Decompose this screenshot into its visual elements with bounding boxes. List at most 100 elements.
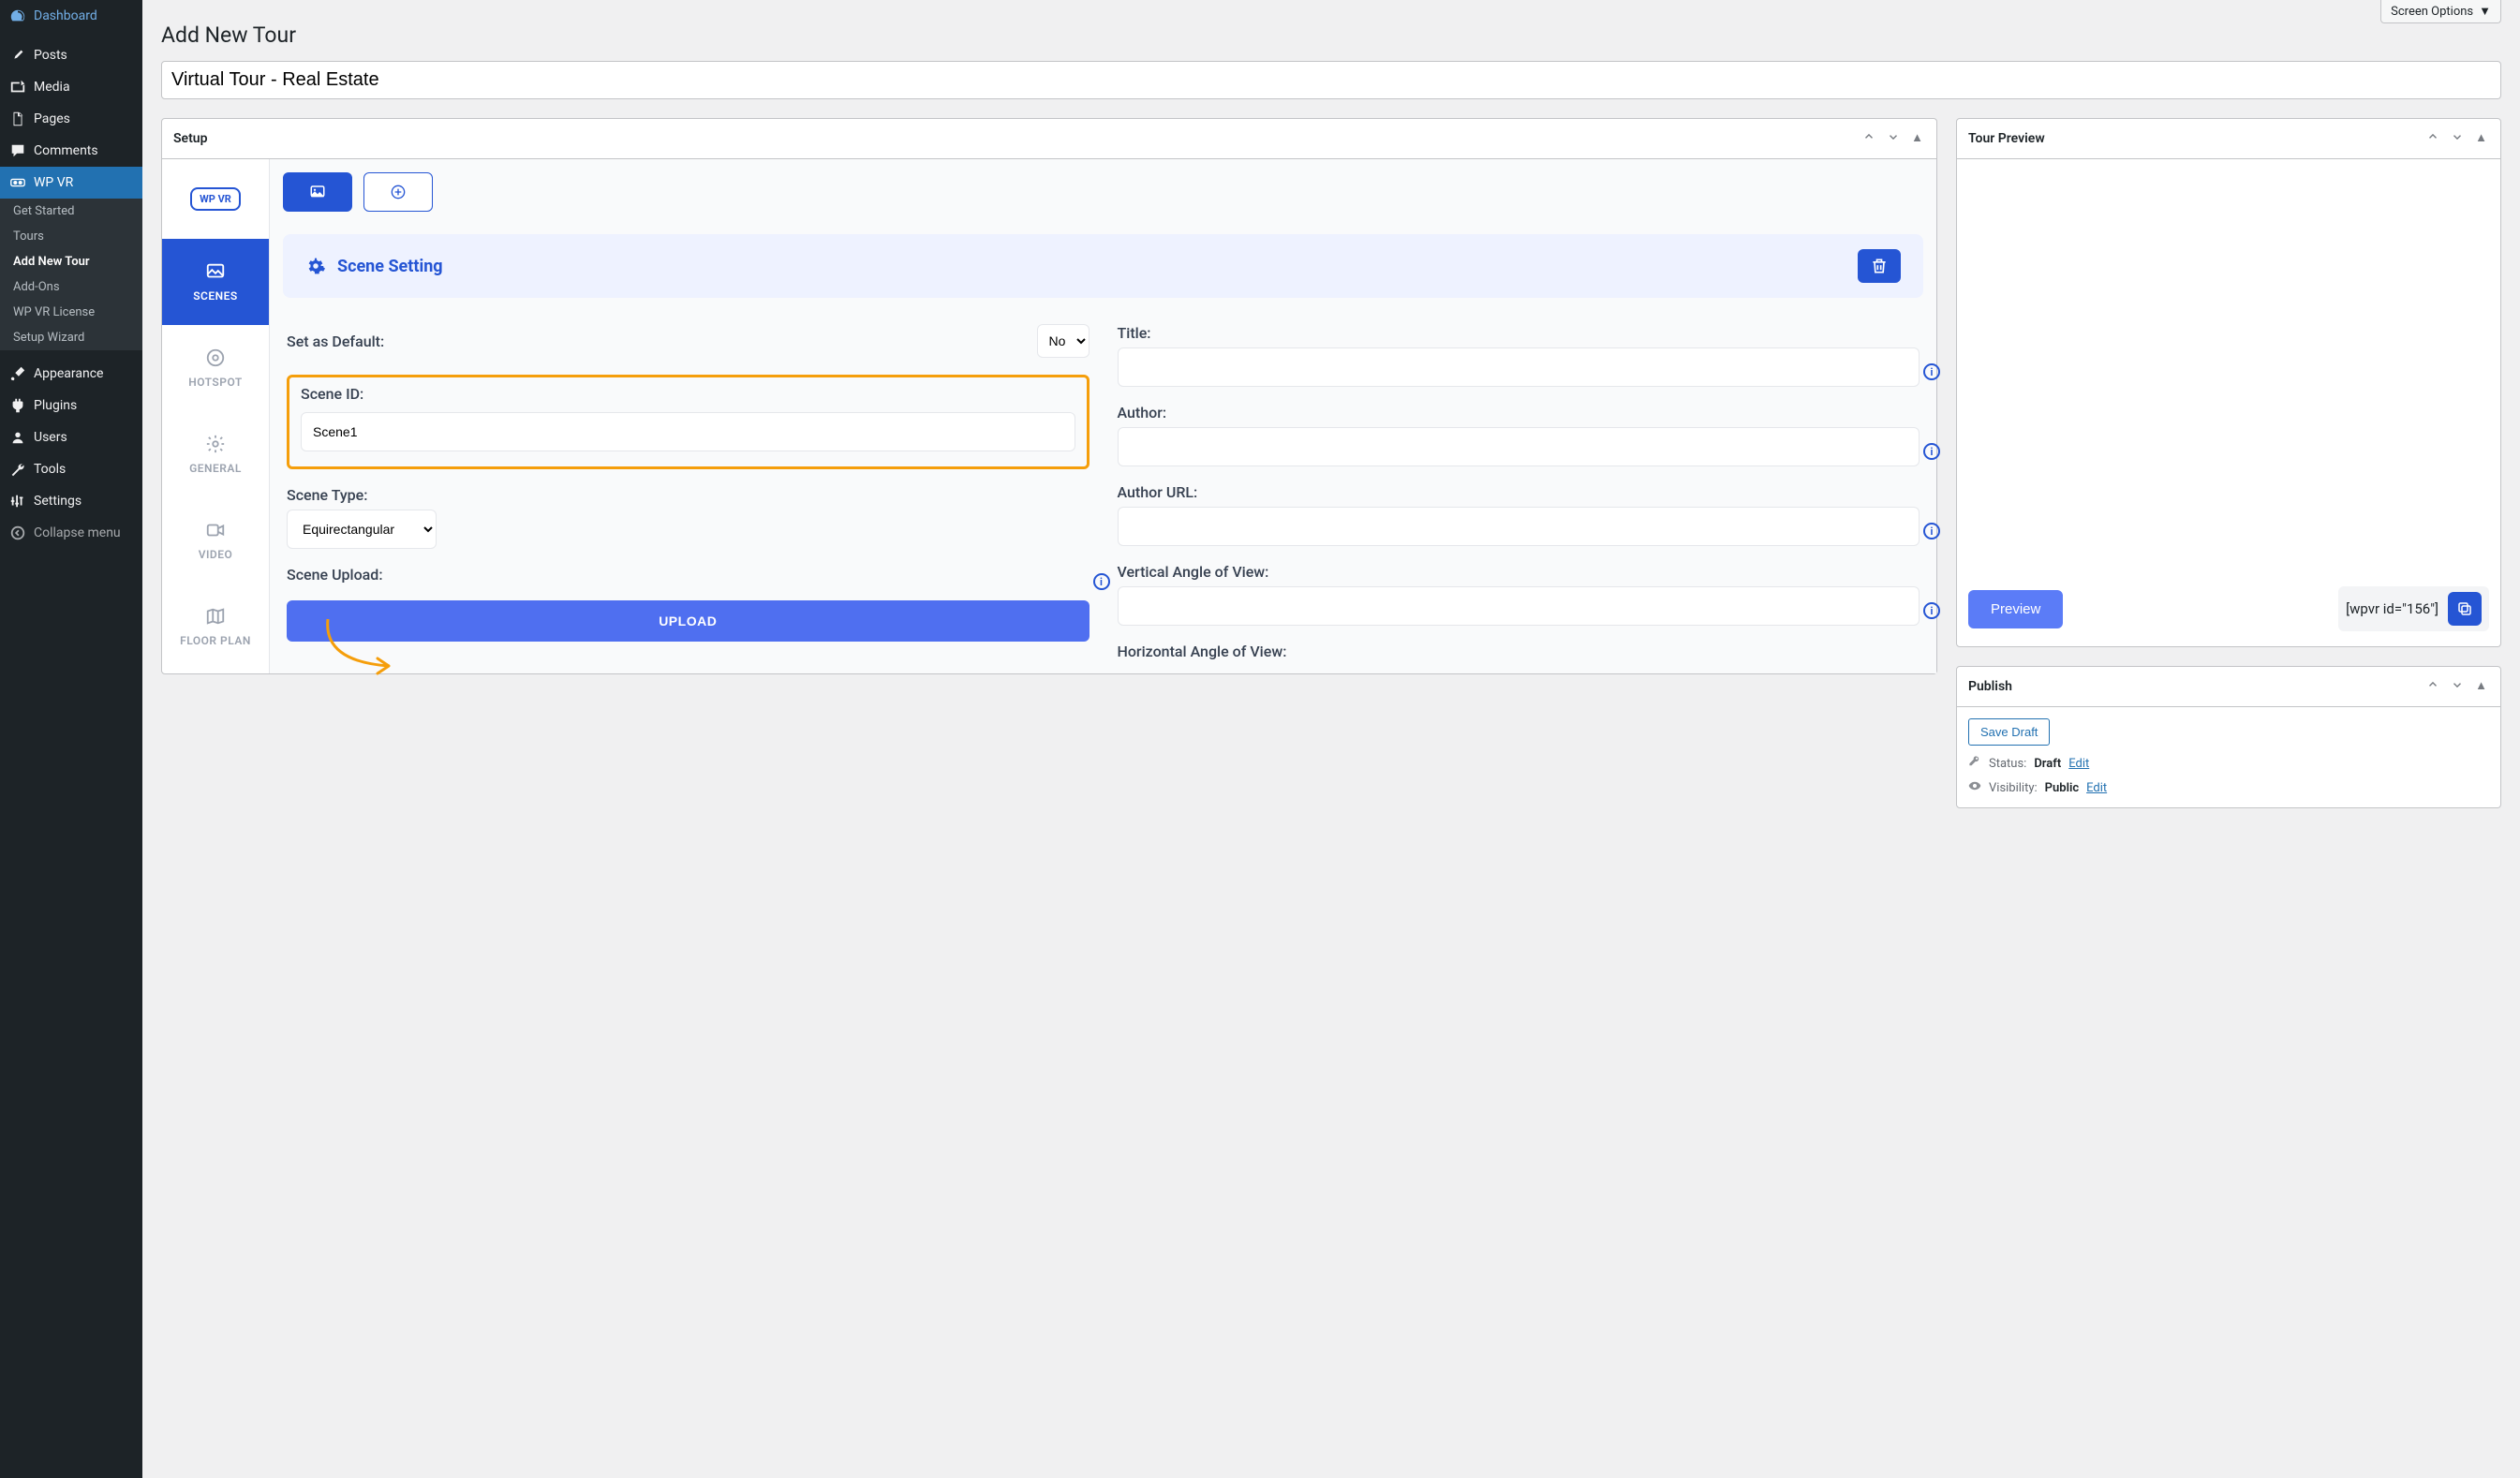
- setup-panel: Setup ▲ WP VR: [161, 118, 1937, 674]
- vtab-label: FLOOR PLAN: [180, 634, 251, 647]
- submenu-setup-wizard[interactable]: Setup Wizard: [0, 325, 142, 350]
- copy-icon: [2456, 600, 2473, 617]
- help-icon[interactable]: i: [1923, 363, 1940, 380]
- scene-type-select[interactable]: Equirectangular: [287, 510, 437, 549]
- help-icon[interactable]: i: [1923, 602, 1940, 619]
- scene-id-input[interactable]: [301, 412, 1075, 451]
- menu-label: Settings: [34, 494, 82, 509]
- delete-scene-button[interactable]: [1858, 249, 1901, 283]
- vtab-general[interactable]: GENERAL: [162, 411, 269, 497]
- scene-tab-add[interactable]: [363, 172, 433, 212]
- page-title: Add New Tour: [161, 14, 2501, 52]
- menu-label: Media: [34, 80, 70, 95]
- video-icon: [205, 520, 226, 540]
- gear-icon: [205, 434, 226, 454]
- vtab-floorplan[interactable]: FLOOR PLAN: [162, 584, 269, 670]
- preview-button[interactable]: Preview: [1968, 590, 2063, 628]
- visibility-edit-link[interactable]: Edit: [2086, 781, 2107, 795]
- menu-users[interactable]: Users: [0, 421, 142, 453]
- upload-button[interactable]: UPLOAD: [287, 600, 1090, 642]
- comment-icon: [9, 142, 26, 159]
- scene-id-label: Scene ID:: [301, 385, 363, 403]
- title-input[interactable]: [1118, 347, 1920, 387]
- menu-label: Appearance: [34, 366, 103, 381]
- sliders-icon: [9, 493, 26, 510]
- scene-tab-1[interactable]: [283, 172, 352, 212]
- menu-dashboard[interactable]: Dashboard: [0, 0, 142, 32]
- menu-label: Posts: [34, 48, 67, 63]
- main-content: Screen Options ▼ Add New Tour Setup ▲: [142, 0, 2520, 1478]
- status-edit-link[interactable]: Edit: [2068, 757, 2089, 771]
- vtab-label: SCENES: [193, 289, 238, 303]
- vertical-angle-input[interactable]: [1118, 586, 1920, 626]
- chevron-up-icon[interactable]: [2424, 676, 2441, 697]
- user-icon: [9, 429, 26, 446]
- status-value: Draft: [2034, 757, 2061, 771]
- image-icon: [308, 184, 327, 200]
- chevron-down-icon[interactable]: [1885, 128, 1902, 149]
- submenu-wpvr: Get Started Tours Add New Tour Add-Ons W…: [0, 199, 142, 350]
- help-icon[interactable]: i: [1093, 573, 1110, 590]
- setup-vtabs: WP VR SCENES HOTSPOT: [162, 159, 270, 673]
- vtab-video[interactable]: VIDEO: [162, 497, 269, 584]
- submenu-add-ons[interactable]: Add-Ons: [0, 274, 142, 300]
- help-icon[interactable]: i: [1923, 523, 1940, 539]
- set-default-select[interactable]: No: [1037, 324, 1090, 358]
- author-url-label: Author URL:: [1118, 483, 1920, 501]
- title-label: Title:: [1118, 324, 1920, 342]
- vtab-scenes[interactable]: SCENES: [162, 239, 269, 325]
- shortcode-copy-button[interactable]: [2448, 592, 2482, 626]
- submenu-tours[interactable]: Tours: [0, 224, 142, 249]
- setup-content: Scene Setting Set as Defa: [270, 159, 1936, 673]
- chevron-up-icon[interactable]: [1860, 128, 1877, 149]
- submenu-get-started[interactable]: Get Started: [0, 199, 142, 224]
- vtab-hotspot[interactable]: HOTSPOT: [162, 325, 269, 411]
- chevron-down-icon: ▼: [2479, 4, 2491, 19]
- save-draft-button[interactable]: Save Draft: [1968, 718, 2050, 746]
- submenu-license[interactable]: WP VR License: [0, 300, 142, 325]
- chevron-up-icon[interactable]: [2424, 128, 2441, 149]
- menu-media[interactable]: Media: [0, 71, 142, 103]
- menu-tools[interactable]: Tools: [0, 453, 142, 485]
- author-input[interactable]: [1118, 427, 1920, 466]
- vertical-angle-label: Vertical Angle of View:: [1118, 563, 1920, 581]
- help-icon[interactable]: i: [1923, 443, 1940, 460]
- screen-options-toggle[interactable]: Screen Options ▼: [2380, 0, 2501, 23]
- menu-plugins[interactable]: Plugins: [0, 390, 142, 421]
- menu-settings[interactable]: Settings: [0, 485, 142, 517]
- menu-collapse[interactable]: Collapse menu: [0, 517, 142, 549]
- menu-label: Plugins: [34, 398, 77, 413]
- menu-label: Users: [34, 430, 67, 445]
- chevron-down-icon[interactable]: [2449, 128, 2466, 149]
- caret-up-icon[interactable]: ▲: [2473, 128, 2489, 149]
- tour-title-input[interactable]: [161, 61, 2501, 99]
- author-url-input[interactable]: [1118, 507, 1920, 546]
- plus-icon: [391, 185, 406, 200]
- chevron-down-icon[interactable]: [2449, 676, 2466, 697]
- screen-options-label: Screen Options: [2391, 5, 2473, 19]
- page-icon: [9, 111, 26, 127]
- menu-wpvr[interactable]: WP VR: [0, 167, 142, 199]
- menu-comments[interactable]: Comments: [0, 135, 142, 167]
- menu-label: Tools: [34, 462, 66, 477]
- visibility-label: Visibility:: [1989, 781, 2038, 795]
- target-icon: [205, 347, 226, 368]
- collapse-icon: [9, 525, 26, 541]
- key-icon: [1968, 755, 1981, 772]
- menu-pages[interactable]: Pages: [0, 103, 142, 135]
- menu-appearance[interactable]: Appearance: [0, 358, 142, 390]
- map-icon: [205, 606, 226, 627]
- menu-posts[interactable]: Posts: [0, 39, 142, 71]
- pin-icon: [9, 47, 26, 64]
- wpvr-icon: [9, 174, 26, 191]
- vtab-label: HOTSPOT: [188, 376, 243, 389]
- publish-panel-title: Publish: [1968, 679, 2012, 694]
- author-label: Author:: [1118, 404, 1920, 421]
- submenu-add-new-tour[interactable]: Add New Tour: [0, 249, 142, 274]
- caret-up-icon[interactable]: ▲: [2473, 676, 2489, 697]
- menu-label: Pages: [34, 111, 70, 126]
- set-default-label: Set as Default:: [287, 333, 384, 350]
- vtab-label: VIDEO: [199, 548, 233, 561]
- caret-up-icon[interactable]: ▲: [1909, 128, 1925, 149]
- scene-upload-label: Scene Upload:: [287, 566, 383, 584]
